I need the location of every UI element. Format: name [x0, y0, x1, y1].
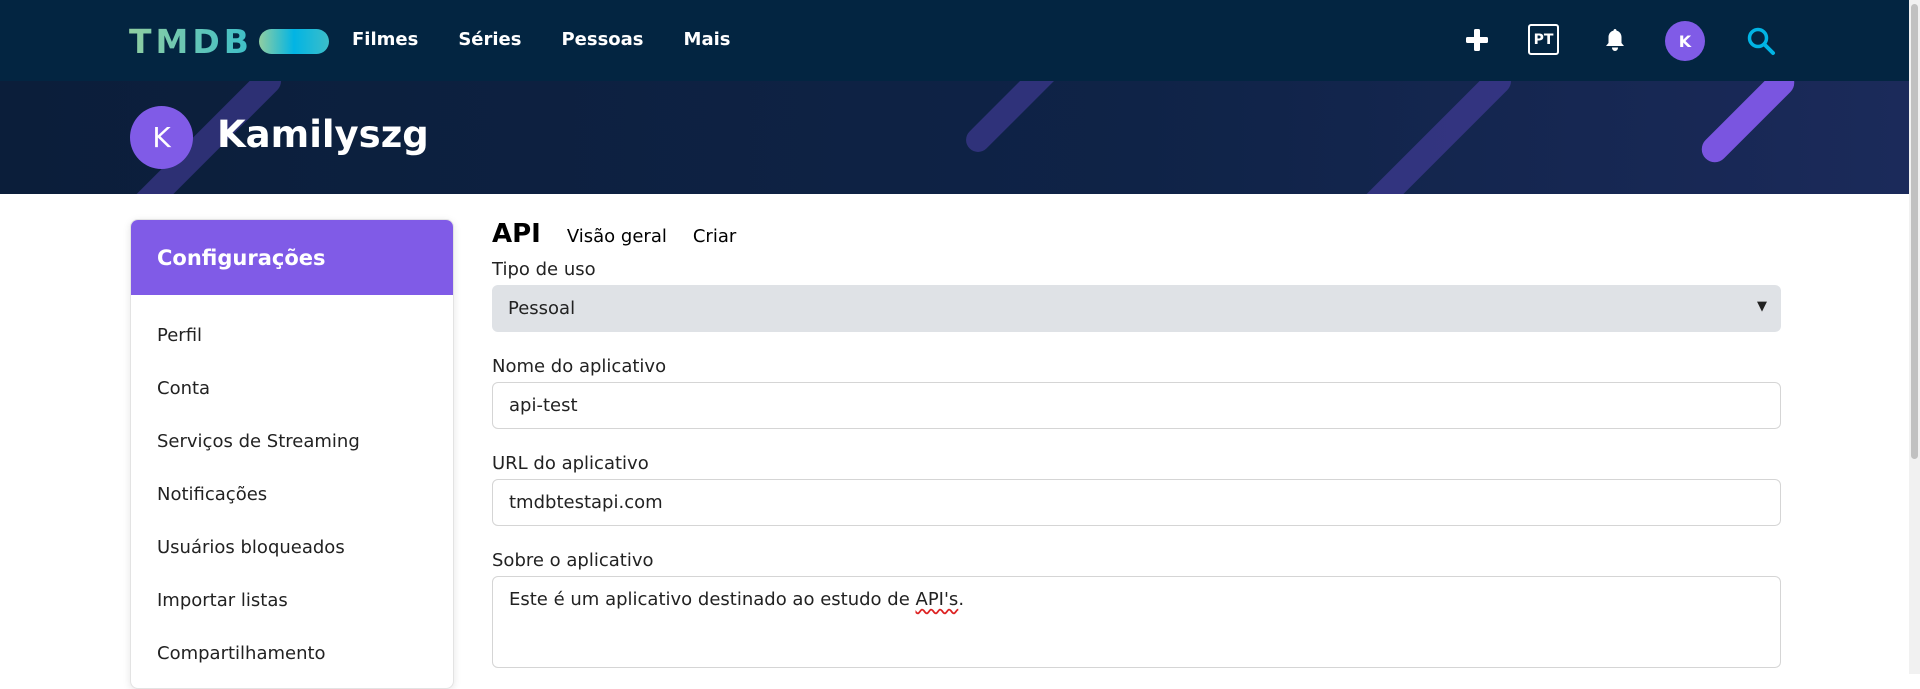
page-scrollbar[interactable] — [1909, 0, 1920, 674]
profile-avatar[interactable]: K — [130, 106, 193, 169]
nav-item-mais[interactable]: Mais — [684, 29, 731, 50]
sidebar-item-compartilhamento[interactable]: Compartilhamento — [131, 627, 453, 680]
search-icon[interactable] — [1746, 26, 1776, 56]
sidebar-item-importar-listas[interactable]: Importar listas — [131, 574, 453, 627]
bell-icon[interactable] — [1604, 28, 1626, 52]
settings-sidebar: Configurações Perfil Conta Serviços de S… — [130, 219, 454, 689]
sidebar-item-usuarios-bloqueados[interactable]: Usuários bloqueados — [131, 521, 453, 574]
spellcheck-flagged-word: API's — [915, 589, 959, 610]
app-about-text: Este é um aplicativo destinado ao estudo… — [509, 589, 916, 610]
language-button[interactable]: PT — [1528, 24, 1559, 55]
sidebar-item-notificacoes[interactable]: Notificações — [131, 468, 453, 521]
tab-visao-geral[interactable]: Visão geral — [567, 226, 667, 247]
nav-item-filmes[interactable]: Filmes — [352, 29, 418, 50]
logo-pill-shape — [258, 28, 329, 54]
api-tabs: API Visão geral Criar — [492, 219, 1781, 253]
app-name-label: Nome do aplicativo — [492, 356, 667, 377]
app-about-text-end: . — [958, 589, 965, 610]
decor-stripe — [961, 81, 1063, 157]
nav-item-pessoas[interactable]: Pessoas — [561, 29, 643, 50]
top-navbar: TMDB Filmes Séries Pessoas Mais PT K — [0, 0, 1909, 81]
app-url-label: URL do aplicativo — [492, 453, 649, 474]
logo-text: TMDB — [129, 21, 253, 61]
app-name-input[interactable]: api-test — [492, 382, 1781, 429]
app-url-value: tmdbtestapi.com — [509, 492, 663, 513]
tmdb-logo[interactable]: TMDB — [129, 20, 329, 62]
app-name-value: api-test — [509, 395, 578, 416]
decor-stripe — [1696, 81, 1800, 168]
decor-stripe — [1349, 81, 1517, 194]
usage-type-value: Pessoal — [508, 298, 576, 319]
tab-criar[interactable]: Criar — [693, 226, 736, 247]
sidebar-item-perfil[interactable]: Perfil — [131, 309, 453, 362]
nav-item-series[interactable]: Séries — [458, 29, 521, 50]
usage-type-label: Tipo de uso — [492, 259, 596, 280]
plus-icon[interactable] — [1465, 28, 1489, 52]
sidebar-title: Configurações — [131, 220, 453, 295]
app-about-textarea[interactable]: Este é um aplicativo destinado ao estudo… — [492, 576, 1781, 668]
sidebar-item-conta[interactable]: Conta — [131, 362, 453, 415]
usage-type-select[interactable]: Pessoal ▼ — [492, 285, 1781, 332]
section-title: API — [492, 219, 541, 249]
main-menu: Filmes Séries Pessoas Mais — [352, 29, 770, 50]
sidebar-item-streaming[interactable]: Serviços de Streaming — [131, 415, 453, 468]
user-avatar[interactable]: K — [1665, 21, 1705, 61]
caret-down-icon: ▼ — [1757, 299, 1767, 314]
app-url-input[interactable]: tmdbtestapi.com — [492, 479, 1781, 526]
sidebar-menu: Perfil Conta Serviços de Streaming Notif… — [131, 295, 453, 680]
scrollbar-thumb[interactable] — [1911, 4, 1918, 459]
app-about-label: Sobre o aplicativo — [492, 550, 654, 571]
api-form: API Visão geral Criar Tipo de uso Pessoa… — [492, 219, 1781, 668]
profile-username[interactable]: Kamilyszg — [217, 113, 429, 156]
